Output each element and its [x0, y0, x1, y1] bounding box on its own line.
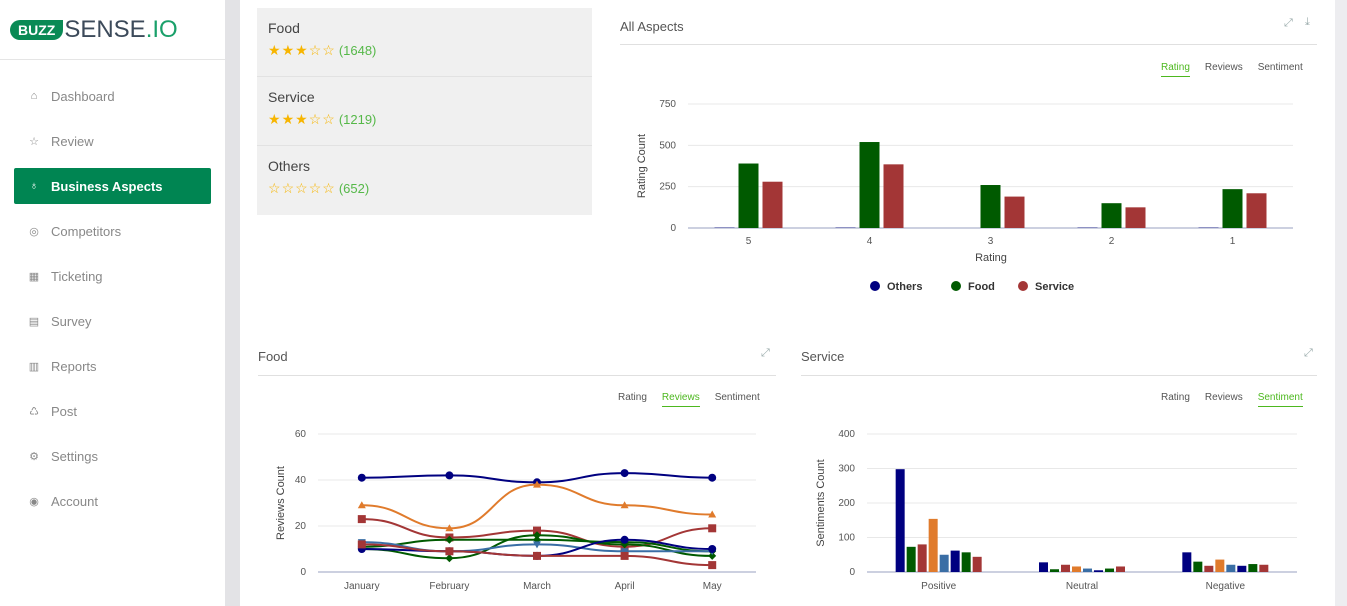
- x-tick-label: Negative: [1206, 581, 1246, 592]
- x-tick-label: 3: [988, 236, 994, 247]
- bar: [1077, 227, 1098, 228]
- bar: [1101, 203, 1122, 228]
- bar: [950, 550, 960, 572]
- y-tick-label: 0: [849, 567, 855, 578]
- bar: [1039, 562, 1048, 572]
- data-point: [533, 551, 541, 560]
- bar: [906, 546, 916, 572]
- bar: [1237, 565, 1247, 572]
- x-tick-label: 2: [1109, 236, 1115, 247]
- x-tick-label: 5: [746, 236, 752, 247]
- x-tick-label: March: [523, 581, 551, 592]
- charts: 0 250 500 750 Rating Count 5 4 3 2 1 Rating Others F…: [275, 99, 1297, 592]
- y-tick-label: 100: [838, 533, 855, 544]
- y-axis-label: Reviews Count: [275, 466, 287, 540]
- y-tick-label: 60: [295, 429, 307, 440]
- x-tick-label: May: [703, 581, 722, 592]
- legend-label: Food: [968, 281, 995, 293]
- x-tick-label: January: [344, 581, 380, 592]
- data-point: [357, 540, 366, 549]
- bar: [738, 163, 759, 228]
- y-tick-label: 0: [300, 567, 306, 578]
- series-line: [361, 483, 713, 530]
- bar: [1259, 564, 1269, 572]
- bar: [972, 556, 982, 572]
- data-point: [620, 551, 629, 560]
- data-point: [445, 547, 454, 556]
- x-tick-label: April: [615, 581, 635, 592]
- data-point: [620, 535, 629, 544]
- bar: [928, 518, 938, 572]
- data-point: [708, 473, 717, 482]
- y-tick-label: 0: [670, 223, 676, 234]
- bar: [1061, 564, 1070, 572]
- bar: [1193, 561, 1203, 572]
- y-axis-label: Sentiments Count: [815, 459, 827, 546]
- bar: [1004, 196, 1025, 228]
- y-tick-label: 500: [659, 140, 676, 151]
- legend-label: Others: [887, 281, 922, 293]
- bar: [762, 181, 783, 228]
- legend-marker: [951, 281, 961, 291]
- bar: [917, 544, 927, 572]
- bar: [859, 142, 880, 228]
- bar: [1094, 570, 1103, 572]
- bar: [1083, 568, 1092, 572]
- bar: [1072, 566, 1081, 572]
- bar: [1105, 568, 1114, 572]
- y-tick-label: 300: [838, 464, 855, 475]
- bar: [895, 469, 905, 572]
- bar: [883, 164, 904, 228]
- legend-marker: [870, 281, 880, 291]
- bar: [961, 552, 971, 572]
- bar: [1182, 552, 1192, 572]
- bar: [1222, 189, 1243, 228]
- bar: [1050, 569, 1059, 572]
- y-tick-label: 750: [659, 99, 676, 110]
- bar: [939, 554, 949, 572]
- bar: [714, 227, 735, 228]
- y-tick-label: 400: [838, 429, 855, 440]
- y-axis-label: Rating Count: [636, 134, 648, 198]
- y-tick-label: 40: [295, 475, 307, 486]
- bar: [1125, 207, 1146, 228]
- x-tick-label: 4: [867, 236, 873, 247]
- bar: [1215, 559, 1225, 572]
- data-point: [708, 524, 717, 533]
- data-point: [445, 554, 454, 563]
- bar: [835, 227, 856, 228]
- x-tick-label: Positive: [921, 581, 956, 592]
- data-point: [357, 515, 366, 524]
- bar: [1246, 193, 1267, 228]
- y-tick-label: 250: [659, 182, 676, 193]
- data-point: [445, 471, 454, 480]
- bar: [1198, 227, 1219, 228]
- bar: [980, 185, 1001, 228]
- data-point: [708, 561, 717, 570]
- y-tick-label: 200: [838, 498, 855, 509]
- bar: [1204, 565, 1214, 572]
- x-axis-label: Rating: [975, 252, 1007, 264]
- bar: [1116, 566, 1125, 572]
- data-point: [620, 469, 629, 478]
- y-tick-label: 20: [295, 521, 307, 532]
- x-tick-label: Neutral: [1066, 581, 1098, 592]
- data-point: [708, 545, 717, 553]
- x-tick-label: February: [429, 581, 469, 592]
- x-tick-label: 1: [1230, 236, 1236, 247]
- bar: [1248, 564, 1258, 572]
- legend-marker: [1018, 281, 1028, 291]
- legend-label: Service: [1035, 281, 1074, 293]
- bar: [1226, 564, 1236, 572]
- data-point: [357, 473, 366, 482]
